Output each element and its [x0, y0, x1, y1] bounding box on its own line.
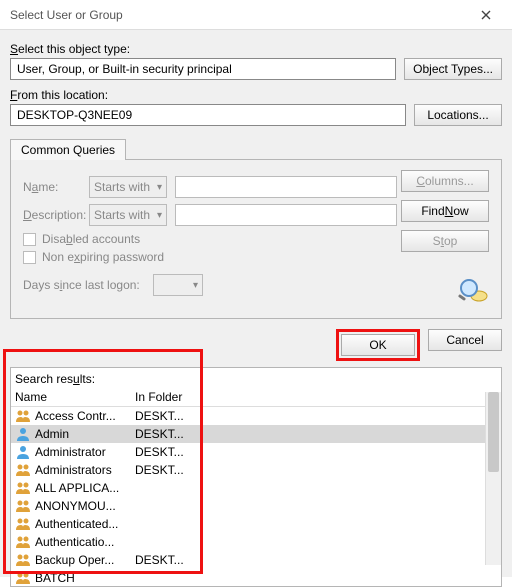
non-expiring-checkbox: Non expiring password — [23, 250, 397, 264]
result-row[interactable]: ALL APPLICA... — [11, 479, 501, 497]
name-label: Name: — [23, 180, 89, 194]
search-results-panel: Search results: Name In Folder Access Co… — [10, 367, 502, 587]
cancel-button[interactable]: Cancel — [428, 329, 502, 351]
chevron-down-icon: ▾ — [157, 210, 162, 221]
result-row[interactable]: Authenticatio... — [11, 533, 501, 551]
name-match-combo: Starts with ▾ — [89, 176, 167, 198]
result-folder: DESKT... — [135, 445, 497, 459]
chevron-down-icon: ▾ — [157, 182, 162, 193]
result-name: Administrators — [35, 463, 135, 477]
result-name: ANONYMOU... — [35, 499, 135, 513]
result-name: BATCH — [35, 571, 135, 585]
ok-button[interactable]: OK — [341, 334, 415, 356]
result-folder: DESKT... — [135, 553, 497, 567]
name-input — [175, 176, 397, 198]
result-row[interactable]: Backup Oper...DESKT... — [11, 551, 501, 569]
result-row[interactable]: Authenticated... — [11, 515, 501, 533]
days-since-combo: ▾ — [153, 274, 203, 296]
description-match-combo: Starts with ▾ — [89, 204, 167, 226]
result-name: Authenticated... — [35, 517, 135, 531]
window-title: Select User or Group — [10, 8, 123, 22]
results-scrollbar[interactable] — [485, 392, 501, 565]
result-row[interactable]: Access Contr...DESKT... — [11, 407, 501, 425]
group-icon — [15, 534, 31, 550]
results-list[interactable]: Access Contr...DESKT...AdminDESKT...Admi… — [11, 407, 501, 586]
result-name: Administrator — [35, 445, 135, 459]
result-folder: DESKT... — [135, 427, 497, 441]
user-icon — [15, 426, 31, 442]
column-header-folder[interactable]: In Folder — [135, 390, 497, 404]
group-icon — [15, 570, 31, 586]
group-icon — [15, 408, 31, 424]
disabled-accounts-checkbox: Disabled accounts — [23, 232, 397, 246]
group-icon — [15, 480, 31, 496]
tab-common-queries[interactable]: Common Queries — [10, 139, 126, 160]
search-results-label: Search results: — [11, 368, 501, 386]
chevron-down-icon: ▾ — [193, 280, 198, 291]
result-name: ALL APPLICA... — [35, 481, 135, 495]
object-type-label: Select this object type: — [10, 42, 502, 56]
object-types-button[interactable]: Object Types... — [404, 58, 502, 80]
result-name: Authenticatio... — [35, 535, 135, 549]
result-row[interactable]: AdministratorDESKT... — [11, 443, 501, 461]
result-folder: DESKT... — [135, 463, 497, 477]
description-input — [175, 204, 397, 226]
locations-button[interactable]: Locations... — [414, 104, 502, 126]
result-folder: DESKT... — [135, 409, 497, 423]
group-icon — [15, 498, 31, 514]
common-queries-pane: Name: Starts with ▾ Description: Starts … — [10, 159, 502, 319]
title-bar: Select User or Group — [0, 0, 512, 30]
find-now-button[interactable]: Find Now — [401, 200, 489, 222]
result-row[interactable]: AdminDESKT... — [11, 425, 501, 443]
group-icon — [15, 516, 31, 532]
days-since-label: Days since last logon: — [23, 278, 153, 292]
columns-button: Columns... — [401, 170, 489, 192]
description-label: Description: — [23, 208, 89, 222]
group-icon — [15, 552, 31, 568]
close-button[interactable] — [466, 1, 506, 29]
ok-highlight: OK — [336, 329, 420, 361]
result-row[interactable]: BATCH — [11, 569, 501, 586]
magnifier-icon — [455, 276, 489, 304]
scrollbar-thumb[interactable] — [488, 392, 499, 472]
user-icon — [15, 444, 31, 460]
result-row[interactable]: AdministratorsDESKT... — [11, 461, 501, 479]
result-name: Backup Oper... — [35, 553, 135, 567]
result-name: Admin — [35, 427, 135, 441]
close-icon — [481, 10, 491, 20]
location-label: From this location: — [10, 88, 502, 102]
stop-button: Stop — [401, 230, 489, 252]
object-type-field[interactable] — [10, 58, 396, 80]
result-row[interactable]: ANONYMOU... — [11, 497, 501, 515]
result-name: Access Contr... — [35, 409, 135, 423]
group-icon — [15, 462, 31, 478]
location-field[interactable] — [10, 104, 406, 126]
column-header-name[interactable]: Name — [15, 390, 135, 404]
